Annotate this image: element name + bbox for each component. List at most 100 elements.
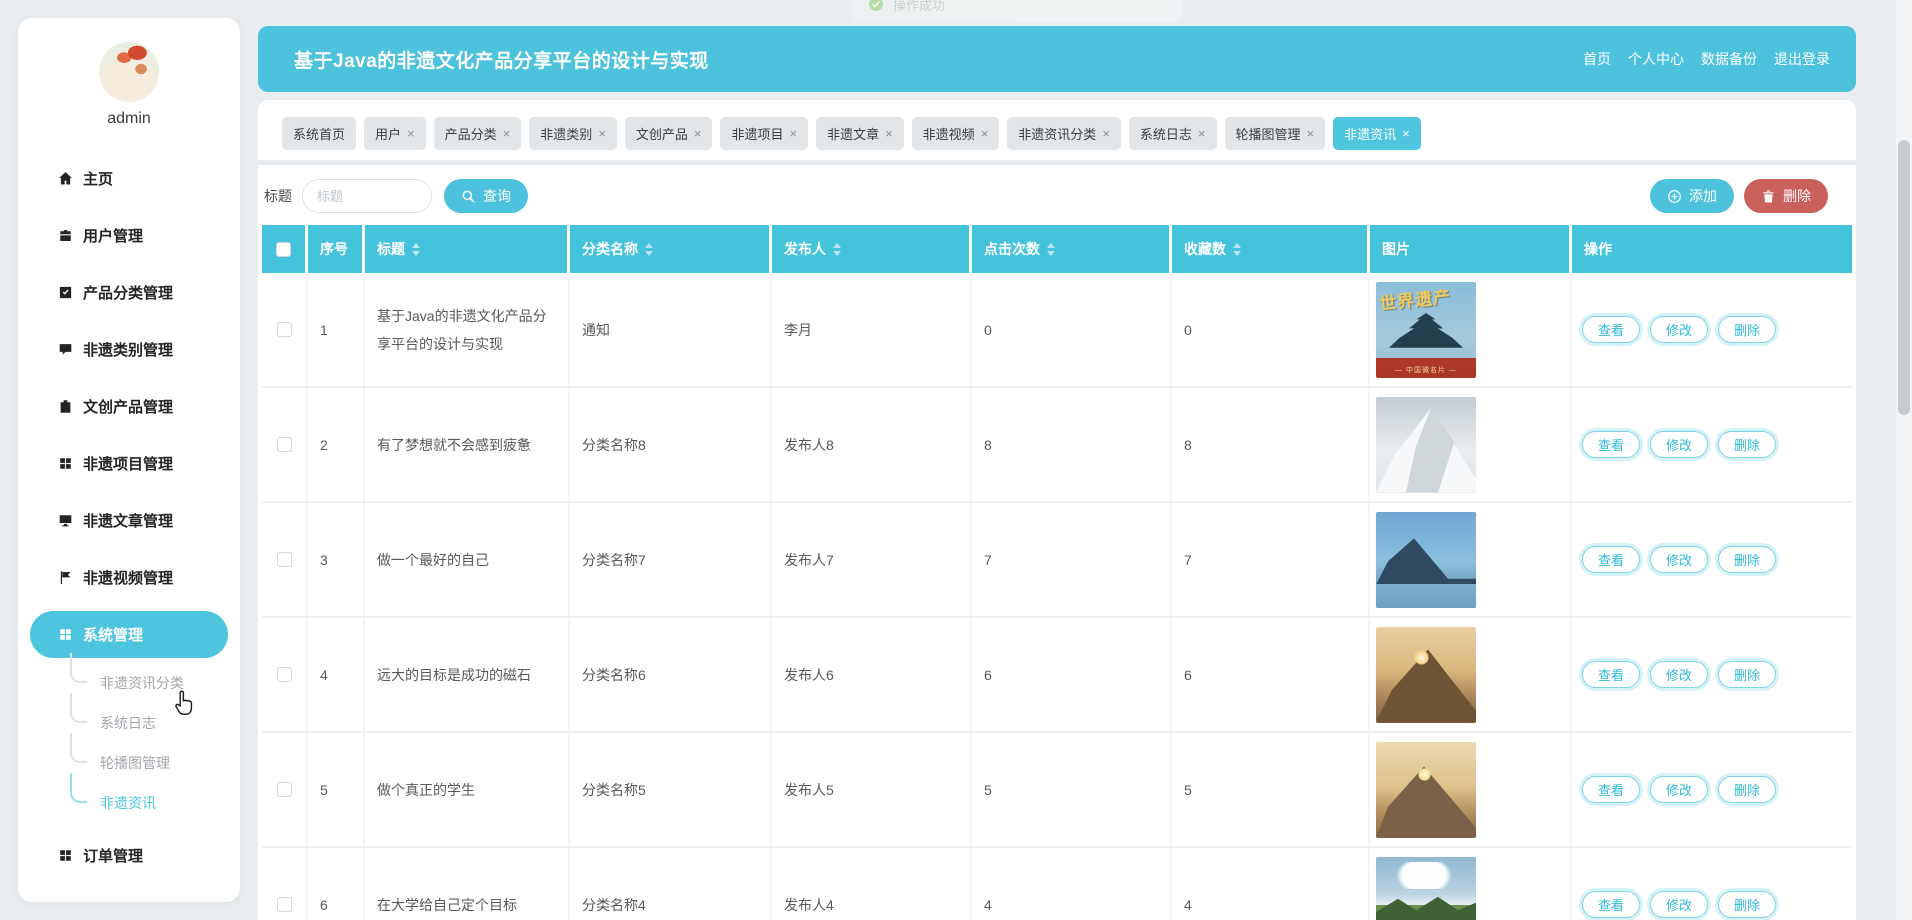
- header-link-logout[interactable]: 退出登录: [1774, 49, 1830, 69]
- add-button[interactable]: 添加: [1650, 179, 1734, 213]
- row-edit-button[interactable]: 修改: [1650, 316, 1708, 343]
- tab[interactable]: 非遗文章 ×: [816, 117, 904, 150]
- row-image[interactable]: [1376, 627, 1476, 723]
- row-delete-button[interactable]: 删除: [1718, 661, 1776, 688]
- sidebar-subitem[interactable]: 非遗资讯: [18, 783, 240, 823]
- row-view-button[interactable]: 查看: [1582, 316, 1640, 343]
- row-view-button[interactable]: 查看: [1582, 891, 1640, 918]
- search-icon: [461, 189, 476, 204]
- row-edit-button[interactable]: 修改: [1650, 546, 1708, 573]
- sidebar-item[interactable]: 非遗视频管理: [18, 549, 240, 606]
- close-icon[interactable]: ×: [407, 127, 415, 140]
- sidebar-item[interactable]: 用户管理: [18, 207, 240, 264]
- title-search-input[interactable]: [302, 179, 432, 213]
- sort-icon[interactable]: [412, 243, 420, 256]
- row-view-button[interactable]: 查看: [1582, 661, 1640, 688]
- close-icon[interactable]: ×: [1102, 127, 1110, 140]
- row-delete-button[interactable]: 删除: [1718, 431, 1776, 458]
- sidebar-item[interactable]: 非遗类别管理: [18, 321, 240, 378]
- row-edit-button[interactable]: 修改: [1650, 776, 1708, 803]
- tab[interactable]: 非遗项目 ×: [720, 117, 808, 150]
- column-header: 操作: [1572, 225, 1852, 273]
- tab[interactable]: 非遗资讯分类 ×: [1007, 117, 1121, 150]
- row-delete-button[interactable]: 删除: [1718, 776, 1776, 803]
- tab[interactable]: 轮播图管理 ×: [1225, 117, 1326, 150]
- close-icon[interactable]: ×: [1402, 127, 1410, 140]
- close-icon[interactable]: ×: [1198, 127, 1206, 140]
- cell-actions: 查看修改删除: [1572, 503, 1852, 616]
- row-checkbox[interactable]: [277, 552, 292, 567]
- column-header[interactable]: 发布人: [772, 225, 972, 273]
- header-link-profile[interactable]: 个人中心: [1628, 49, 1684, 69]
- row-image[interactable]: [1376, 512, 1476, 608]
- select-all-checkbox[interactable]: [276, 242, 291, 257]
- sidebar-item[interactable]: 系统管理: [30, 611, 228, 658]
- row-edit-button[interactable]: 修改: [1650, 661, 1708, 688]
- table-row: 3 做一个最好的自己 分类名称7 发布人7 7 7 查看修改删除: [262, 503, 1852, 618]
- sidebar-subitem[interactable]: 轮播图管理: [18, 743, 240, 783]
- tab[interactable]: 系统首页: [282, 117, 356, 150]
- row-edit-button[interactable]: 修改: [1650, 891, 1708, 918]
- tab[interactable]: 文创产品 ×: [625, 117, 713, 150]
- row-view-button[interactable]: 查看: [1582, 776, 1640, 803]
- close-icon[interactable]: ×: [598, 127, 606, 140]
- tab[interactable]: 非遗类别 ×: [529, 117, 617, 150]
- row-image[interactable]: [1376, 742, 1476, 838]
- row-delete-button[interactable]: 删除: [1718, 546, 1776, 573]
- sidebar-item[interactable]: 非遗文章管理: [18, 492, 240, 549]
- row-checkbox[interactable]: [277, 322, 292, 337]
- header-link-home[interactable]: 首页: [1583, 49, 1611, 69]
- sort-icon[interactable]: [833, 243, 841, 256]
- row-image[interactable]: 世界遗产— 中国微名片 —: [1376, 282, 1476, 378]
- column-header[interactable]: 收藏数: [1172, 225, 1370, 273]
- row-image[interactable]: [1376, 857, 1476, 920]
- search-button[interactable]: 查询: [444, 179, 528, 213]
- sidebar-item[interactable]: 订单管理: [18, 827, 240, 884]
- cell-category: 通知: [570, 273, 772, 386]
- sidebar-item[interactable]: 产品分类管理: [18, 264, 240, 321]
- row-checkbox[interactable]: [277, 667, 292, 682]
- header-link-backup[interactable]: 数据备份: [1701, 49, 1757, 69]
- scrollbar[interactable]: [1896, 0, 1912, 920]
- delete-button[interactable]: 删除: [1744, 179, 1828, 213]
- row-delete-button[interactable]: 删除: [1718, 316, 1776, 343]
- close-icon[interactable]: ×: [885, 127, 893, 140]
- close-icon[interactable]: ×: [789, 127, 797, 140]
- cell-publisher: 发布人7: [772, 503, 972, 616]
- close-icon[interactable]: ×: [694, 127, 702, 140]
- close-icon[interactable]: ×: [1307, 127, 1315, 140]
- row-image[interactable]: [1376, 397, 1476, 493]
- tab-label: 非遗项目: [731, 124, 783, 143]
- row-checkbox-cell: [262, 848, 308, 920]
- sidebar-item[interactable]: 非遗项目管理: [18, 435, 240, 492]
- tab-bar: 系统首页 用户 × 产品分类 × 非遗类别 × 文创产品 × 非遗项目 × 非遗…: [258, 100, 1856, 165]
- sidebar-subitem[interactable]: 非遗资讯分类: [18, 663, 240, 703]
- column-header[interactable]: 标题: [365, 225, 570, 273]
- row-edit-button[interactable]: 修改: [1650, 431, 1708, 458]
- row-checkbox[interactable]: [277, 897, 292, 912]
- close-icon[interactable]: ×: [503, 127, 511, 140]
- sort-icon[interactable]: [1047, 243, 1055, 256]
- cell-image: [1370, 503, 1572, 616]
- avatar[interactable]: [99, 42, 159, 102]
- sidebar-item[interactable]: 文创产品管理: [18, 378, 240, 435]
- scrollbar-thumb[interactable]: [1898, 140, 1910, 415]
- row-checkbox[interactable]: [277, 782, 292, 797]
- sort-icon[interactable]: [1233, 243, 1241, 256]
- tab[interactable]: 产品分类 ×: [434, 117, 522, 150]
- close-icon[interactable]: ×: [981, 127, 989, 140]
- row-view-button[interactable]: 查看: [1582, 546, 1640, 573]
- sort-icon[interactable]: [645, 243, 653, 256]
- sidebar-item[interactable]: 主页: [18, 150, 240, 207]
- row-delete-button[interactable]: 删除: [1718, 891, 1776, 918]
- row-view-button[interactable]: 查看: [1582, 431, 1640, 458]
- column-header[interactable]: 分类名称: [570, 225, 772, 273]
- row-checkbox[interactable]: [277, 437, 292, 452]
- tab[interactable]: 用户 ×: [364, 117, 426, 150]
- sidebar-subitem[interactable]: 系统日志: [18, 703, 240, 743]
- column-header[interactable]: 点击次数: [972, 225, 1172, 273]
- tab[interactable]: 非遗视频 ×: [912, 117, 1000, 150]
- cell-title: 在大学给自己定个目标: [365, 848, 570, 920]
- tab[interactable]: 系统日志 ×: [1129, 117, 1217, 150]
- tab[interactable]: 非遗资讯 ×: [1333, 117, 1421, 150]
